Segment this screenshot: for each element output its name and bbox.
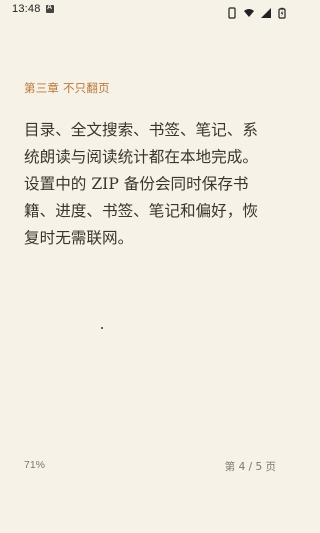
status-bar: 13:48 [0,0,300,22]
reading-progress: 71% [24,459,46,471]
status-icons [226,4,289,19]
status-time: 13:48 [12,3,41,15]
page-indicator: 第 4 / 5 页 [224,461,276,473]
page-dot [101,327,103,329]
signal-icon [260,4,272,18]
chapter-title: 第三章 不只翻页 [24,81,110,95]
reading-text: 目录、全文搜索、书签、笔记、系统朗读与阅读统计都在本地完成。设置中的 ZIP 备… [24,121,258,247]
phone-icon [226,4,238,19]
keyboard-icon [46,4,54,13]
wifi-icon [243,4,255,17]
battery-icon [277,4,289,19]
